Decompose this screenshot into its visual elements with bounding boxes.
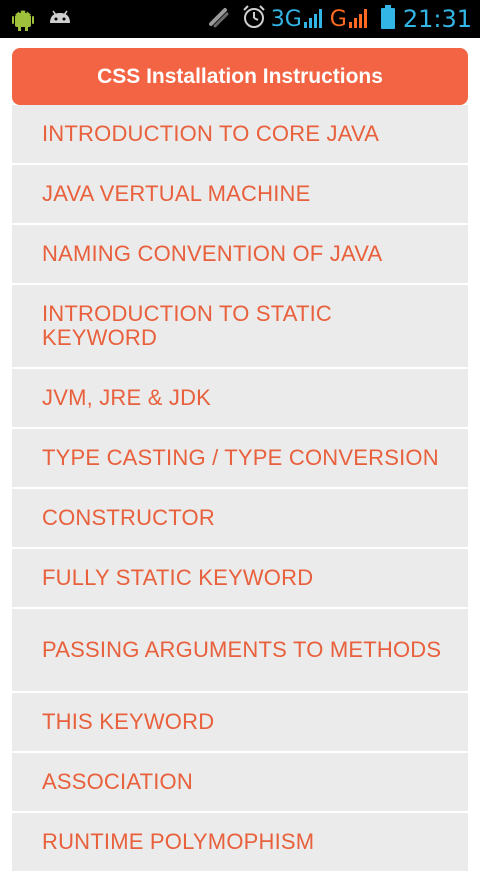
list-item-label: FULLY STATIC KEYWORD [42,565,314,590]
list-item-label: JAVA VERTUAL MACHINE [42,181,311,206]
alarm-icon [241,4,267,34]
list-item-label: ASSOCIATION [42,769,193,794]
status-bar: 3G G 21:31 [0,0,480,38]
list-item-label: JVM, JRE & JDK [42,385,212,410]
list-item[interactable]: INTRODUCTION TO CORE JAVA [12,105,468,165]
battery-icon [380,5,395,33]
list-item[interactable]: FULLY STATIC KEYWORD [12,549,468,609]
list-item-label: NAMING CONVENTION OF JAVA [42,241,383,266]
list-item[interactable]: TYPE CASTING / TYPE CONVERSION [12,429,468,489]
list-item[interactable]: JVM, JRE & JDK [12,369,468,429]
list-item-label: INTRODUCTION TO CORE JAVA [42,121,380,146]
list-item[interactable]: THIS KEYWORD [12,693,468,753]
list-item-label: PASSING ARGUMENTS TO METHODS [42,637,442,662]
signal-3g-icon [303,6,326,32]
network-g-label: G [329,6,347,32]
list-item[interactable]: JAVA VERTUAL MACHINE [12,165,468,225]
list-item[interactable]: ASSOCIATION [12,753,468,813]
signal-g-icon [348,6,371,32]
list-item-label: INTRODUCTION TO STATIC KEYWORD [42,301,332,350]
list-item[interactable]: NAMING CONVENTION OF JAVA [12,225,468,285]
signal-icon [207,6,231,32]
clock: 21:31 [402,5,472,33]
list-item-label: RUNTIME POLYMOPHISM [42,829,315,854]
list-item[interactable]: INTRODUCTION TO STATIC KEYWORD [12,285,468,369]
list-item[interactable]: RUNTIME POLYMOPHISM [12,813,468,873]
notification-icon [48,9,72,33]
network-3g-label: 3G [270,6,302,32]
list-item-label: CONSTRUCTOR [42,505,215,530]
topic-list: INTRODUCTION TO CORE JAVA JAVA VERTUAL M… [12,105,468,873]
list-item[interactable]: PASSING ARGUMENTS TO METHODS [12,609,468,693]
page-title: CSS Installation Instructions [12,48,468,105]
status-left [12,7,72,35]
list-item[interactable]: CONSTRUCTOR [12,489,468,549]
list-item-label: TYPE CASTING / TYPE CONVERSION [42,445,439,470]
list-item-label: THIS KEYWORD [42,709,215,734]
status-right: 3G G 21:31 [207,0,472,38]
android-icon [12,7,34,35]
